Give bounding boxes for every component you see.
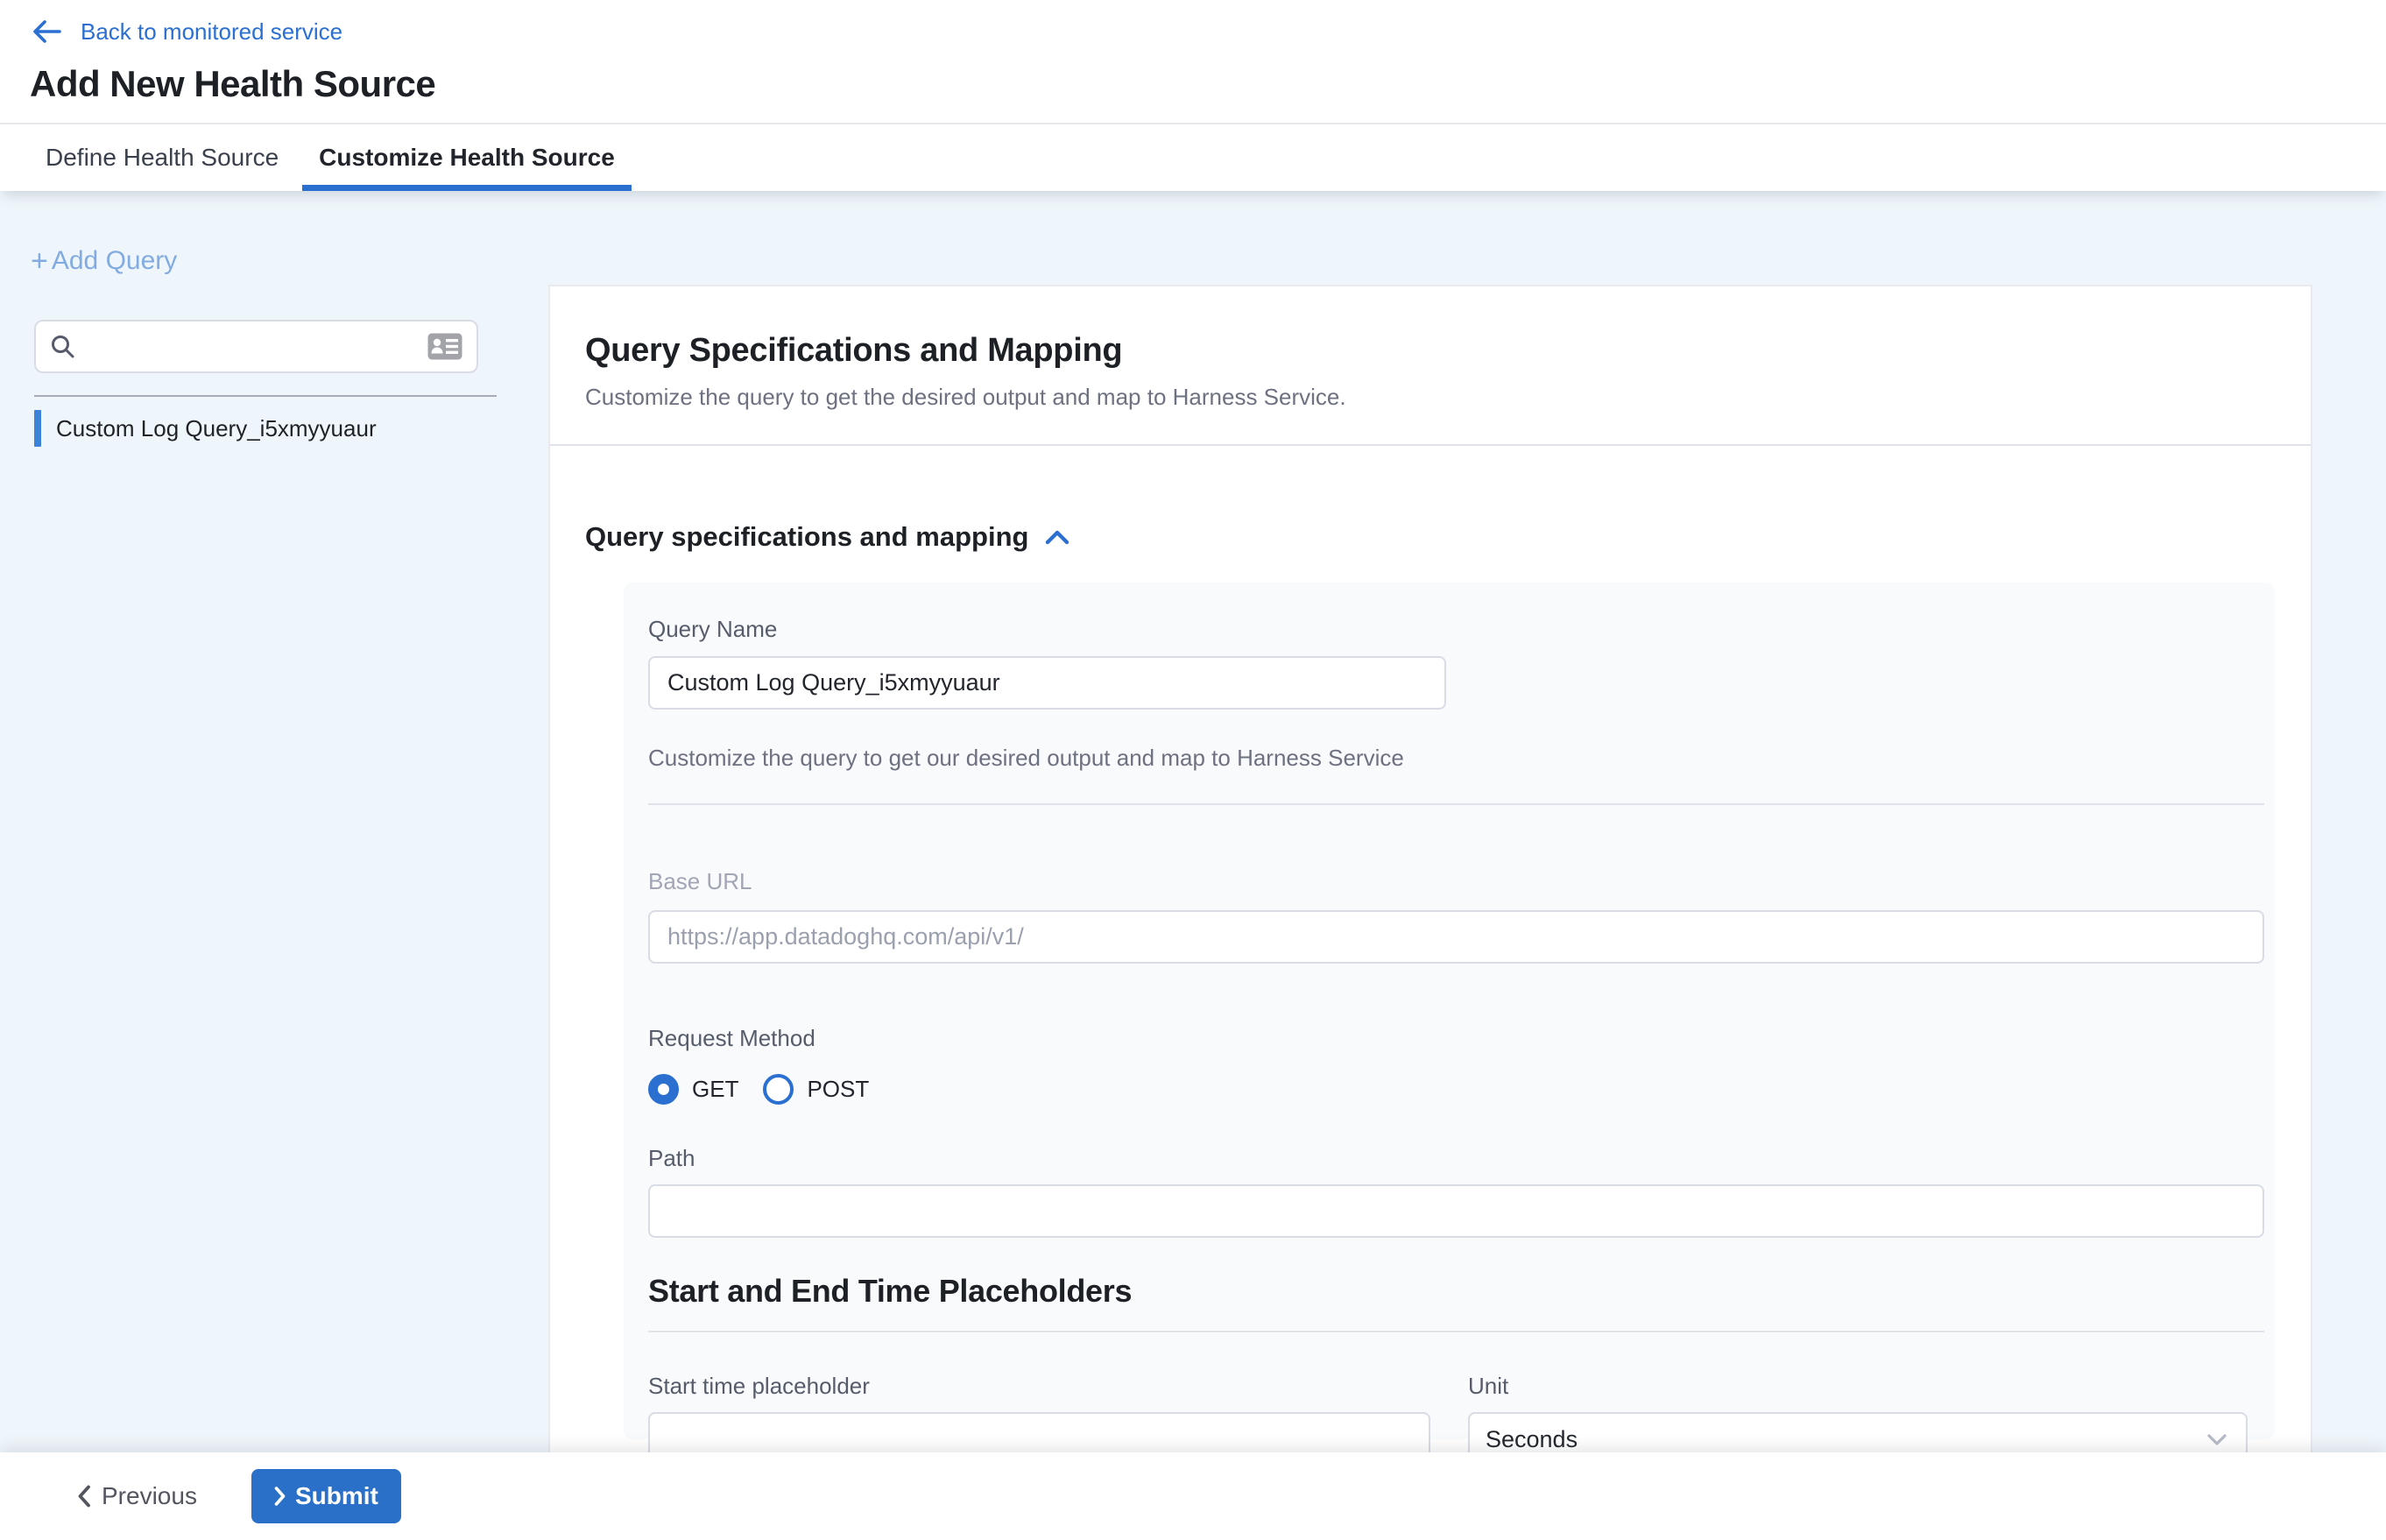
submit-button[interactable]: Submit	[251, 1469, 401, 1523]
section-title-row[interactable]: Query specifications and mapping	[585, 521, 2311, 553]
radio-post-label: POST	[807, 1076, 869, 1103]
query-search-box	[34, 320, 478, 373]
section-title: Query specifications and mapping	[585, 521, 1028, 553]
chevron-down-icon	[2207, 1434, 2227, 1445]
back-arrow-icon	[30, 17, 63, 46]
query-name-input[interactable]	[648, 656, 1446, 710]
back-link[interactable]: Back to monitored service	[30, 12, 2386, 51]
card-heading: Query Specifications and Mapping	[585, 332, 2276, 370]
radio-option-post[interactable]: POST	[763, 1074, 869, 1105]
query-name-label: Query Name	[648, 616, 2264, 643]
request-method-label: Request Method	[648, 1025, 2264, 1052]
chevron-up-icon[interactable]	[1044, 529, 1070, 546]
add-health-source-page: Back to monitored service Add New Health…	[0, 0, 2386, 1540]
query-item-label: Custom Log Query_i5xmyyuaur	[56, 415, 377, 442]
page-header: Back to monitored service Add New Health…	[0, 0, 2386, 123]
unit-label: Unit	[1468, 1373, 2248, 1400]
base-url-label: Base URL	[648, 868, 2264, 895]
submit-label: Submit	[295, 1482, 378, 1510]
start-end-divider	[648, 1331, 2264, 1332]
chevron-left-icon	[77, 1485, 91, 1508]
footer-bar: Previous Submit	[0, 1452, 2386, 1540]
query-card: Query Specifications and Mapping Customi…	[548, 285, 2312, 1452]
main-area: Query Specifications and Mapping Customi…	[548, 191, 2386, 1452]
previous-label: Previous	[102, 1482, 197, 1510]
start-time-input[interactable]	[648, 1412, 1430, 1452]
chevron-right-icon	[274, 1487, 286, 1506]
tab-customize-health-source[interactable]: Customize Health Source	[302, 124, 632, 191]
request-method-radio-group: GET POST	[648, 1074, 2264, 1105]
start-time-label: Start time placeholder	[648, 1373, 1430, 1400]
back-link-label: Back to monitored service	[81, 18, 342, 46]
query-search-input[interactable]	[88, 333, 427, 360]
start-end-heading: Start and End Time Placeholders	[648, 1273, 2264, 1310]
query-list-item[interactable]: Custom Log Query_i5xmyyuaur	[34, 410, 548, 447]
base-url-input	[648, 910, 2264, 964]
start-time-field: Start time placeholder	[648, 1373, 1430, 1452]
card-header-divider	[550, 444, 2311, 446]
tab-bar: Define Health Source Customize Health So…	[0, 123, 2386, 191]
tab-define-health-source[interactable]: Define Health Source	[29, 124, 295, 191]
content-area: + Add Query	[0, 191, 2386, 1452]
unit-field: Unit Seconds	[1468, 1373, 2248, 1452]
path-input[interactable]	[648, 1184, 2264, 1238]
panel-divider	[648, 803, 2264, 805]
plus-icon: +	[31, 246, 48, 276]
unit-select-value: Seconds	[1486, 1426, 2207, 1453]
page-title: Add New Health Source	[30, 63, 2386, 105]
radio-option-get[interactable]: GET	[648, 1074, 738, 1105]
add-query-label: Add Query	[52, 246, 177, 276]
previous-button[interactable]: Previous	[77, 1482, 197, 1510]
query-spec-panel: Query Name Customize the query to get ou…	[624, 583, 2275, 1439]
radio-get-label: GET	[692, 1076, 738, 1103]
query-name-helper: Customize the query to get our desired o…	[648, 745, 2264, 772]
start-end-fields-row: Start time placeholder Unit Seconds	[648, 1373, 2264, 1452]
search-icon	[50, 334, 76, 360]
radio-post-unselected[interactable]	[763, 1074, 794, 1105]
selected-indicator-bar	[34, 410, 41, 447]
query-sidebar: + Add Query	[0, 191, 548, 1452]
path-label: Path	[648, 1145, 2264, 1172]
card-header: Query Specifications and Mapping Customi…	[550, 286, 2311, 411]
card-subheading: Customize the query to get the desired o…	[585, 384, 2276, 411]
contact-card-icon[interactable]	[427, 333, 462, 360]
add-query-button[interactable]: + Add Query	[31, 246, 177, 276]
sidebar-divider	[34, 395, 497, 397]
radio-get-selected[interactable]	[648, 1074, 679, 1105]
unit-select[interactable]: Seconds	[1468, 1412, 2248, 1452]
